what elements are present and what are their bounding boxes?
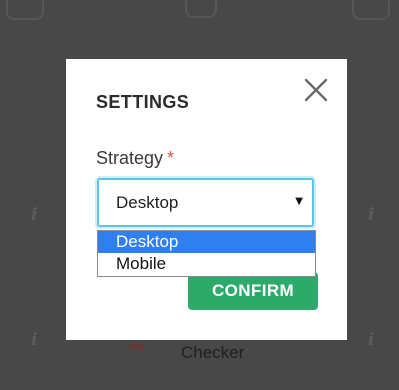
background-trophy-icon bbox=[6, 0, 44, 20]
background-trophy-icon bbox=[185, 0, 217, 18]
close-button[interactable] bbox=[302, 76, 330, 104]
strategy-option-mobile[interactable]: Mobile bbox=[98, 253, 315, 275]
required-mark: * bbox=[167, 148, 175, 168]
confirm-button[interactable]: CONFIRM bbox=[188, 272, 318, 310]
close-icon bbox=[304, 78, 328, 102]
strategy-dropdown-list: Desktop Mobile bbox=[97, 230, 316, 277]
strategy-select-value: Desktop bbox=[116, 193, 179, 212]
modal-title: SETTINGS bbox=[96, 92, 190, 112]
background-info-icon: i bbox=[368, 330, 375, 350]
background-info-icon: i bbox=[31, 330, 38, 350]
background-trophy-icon bbox=[352, 0, 390, 20]
strategy-label: Strategy * bbox=[96, 148, 174, 169]
background-badge: .org bbox=[127, 341, 144, 351]
strategy-option-desktop[interactable]: Desktop bbox=[98, 231, 315, 253]
settings-modal: SETTINGS Strategy * Desktop ▼ CONFIRM Des… bbox=[66, 59, 347, 340]
background-info-icon: i bbox=[368, 205, 375, 225]
strategy-select[interactable]: Desktop ▼ bbox=[97, 178, 314, 227]
dropdown-arrow-icon: ▼ bbox=[295, 196, 303, 207]
background-checker-label: Checker bbox=[181, 343, 245, 362]
background-info-icon: i bbox=[31, 205, 38, 225]
strategy-label-text: Strategy bbox=[96, 148, 164, 168]
